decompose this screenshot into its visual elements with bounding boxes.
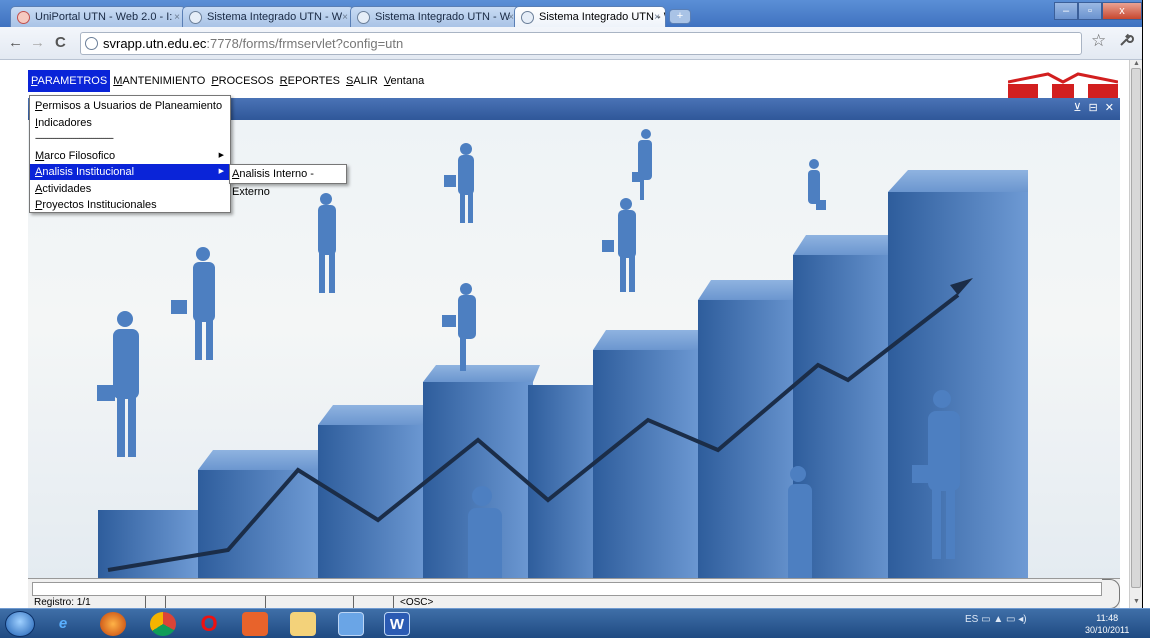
windows-taskbar: e O W ES ▭ ▲ ▭ ◂) 11:48 30/10/2011 <box>0 608 1150 638</box>
firefox-icon[interactable] <box>100 612 126 636</box>
tab-uniportal[interactable]: UniPortal UTN - Web 2.0 - I: × <box>10 6 186 27</box>
chrome-icon[interactable] <box>150 612 176 636</box>
oracle-forms-applet: PARAMETROS MANTENIMIENTO PROCESOS REPORT… <box>0 60 1129 609</box>
vlc-icon[interactable] <box>242 612 268 636</box>
tab-title: Sistema Integrado UTN - W <box>375 11 511 23</box>
menu-item-permisos[interactable]: Permisos a Usuarios de Planeamiento <box>30 98 230 114</box>
menu-item-proyectos[interactable]: Proyectos Institucionales <box>30 197 230 213</box>
menu-item-indicadores[interactable]: Indicadores <box>30 115 230 131</box>
clock-date: 30/10/2011 <box>1085 625 1130 635</box>
tab-title: Sistema Integrado UTN - W <box>207 11 343 23</box>
scroll-thumb[interactable] <box>1131 68 1141 588</box>
menu-separator: --------------------------------------- <box>35 133 114 143</box>
word-icon[interactable]: W <box>384 612 410 636</box>
taskbar-clock[interactable]: 11:48 30/10/2011 <box>1085 612 1129 636</box>
photo-viewer-icon[interactable] <box>338 612 364 636</box>
app-menubar: PARAMETROS MANTENIMIENTO PROCESOS REPORT… <box>0 70 427 92</box>
tab-close-icon[interactable]: × <box>654 7 660 27</box>
globe-favicon-icon <box>189 11 202 24</box>
window-border <box>1142 0 1150 608</box>
uniportal-favicon-icon <box>17 11 30 24</box>
system-tray[interactable]: ES ▭ ▲ ▭ ◂) <box>965 614 1027 625</box>
tab-sistema-2[interactable]: Sistema Integrado UTN - W × <box>350 6 520 27</box>
forms-statusbar: Registro: 1/1 <OSC> <box>28 578 1120 609</box>
new-tab-button[interactable]: + <box>669 9 691 24</box>
tab-sistema-active[interactable]: Sistema Integrado UTN - W × <box>514 6 666 27</box>
forward-arrow-icon[interactable]: → <box>30 34 45 51</box>
window-controls-icons[interactable]: ⊻ ⊟ ✕ <box>1073 101 1116 114</box>
browser-toolbar: ← → C svrapp.utn.edu.ec:7778/forms/frmse… <box>0 27 1150 60</box>
scroll-down-arrow-icon[interactable]: ▼ <box>1133 598 1140 605</box>
parametros-dropdown: Permisos a Usuarios de Planeamiento Indi… <box>29 95 231 213</box>
bar-staircase <box>98 170 1028 578</box>
start-button-icon[interactable] <box>5 611 35 637</box>
url-path: :7778/forms/frmservlet?config=utn <box>206 36 404 51</box>
menu-procesos[interactable]: PROCESOS <box>208 70 276 92</box>
close-window-button[interactable]: x <box>1102 2 1142 20</box>
opera-icon[interactable]: O <box>196 612 222 636</box>
menu-item-marco-filosofico[interactable]: Marco Filosofico ▶ <box>30 148 230 164</box>
address-bar[interactable]: svrapp.utn.edu.ec:7778/forms/frmservlet?… <box>80 32 1082 55</box>
page-scrollbar[interactable]: ▲ ▼ <box>1129 60 1142 608</box>
globe-favicon-icon <box>357 11 370 24</box>
globe-icon <box>85 37 98 50</box>
minimize-button[interactable]: – <box>1054 2 1078 20</box>
window-controls: – ▫ x <box>1054 2 1142 20</box>
analisis-submenu-item[interactable]: Analisis Interno - Externo <box>229 164 347 198</box>
statusbar-end-cap <box>1102 579 1120 609</box>
tab-close-icon[interactable]: × <box>174 7 180 27</box>
tab-title: Sistema Integrado UTN - W <box>539 11 666 23</box>
menu-salir[interactable]: SALIR <box>343 70 381 92</box>
maximize-button[interactable]: ▫ <box>1078 2 1102 20</box>
browser-titlebar: UniPortal UTN - Web 2.0 - I: × Sistema I… <box>0 0 1150 27</box>
menu-reportes[interactable]: REPORTES <box>277 70 343 92</box>
menu-item-actividades[interactable]: Actividades <box>30 181 230 197</box>
submenu-arrow-icon: ▶ <box>218 168 224 175</box>
reload-icon[interactable]: C <box>55 34 66 51</box>
tab-sistema-1[interactable]: Sistema Integrado UTN - W × <box>182 6 354 27</box>
tab-close-icon[interactable]: × <box>342 7 348 27</box>
url-host: svrapp.utn.edu.ec <box>103 36 207 51</box>
clock-time: 11:48 <box>1096 613 1119 623</box>
back-arrow-icon[interactable]: ← <box>8 34 23 51</box>
utn-logo <box>1008 72 1118 98</box>
menu-mantenimiento[interactable]: MANTENIMIENTO <box>110 70 208 92</box>
menu-item-analisis-institucional[interactable]: Analisis Institucional ▶ <box>30 164 230 180</box>
scroll-up-arrow-icon[interactable]: ▲ <box>1133 60 1140 67</box>
menu-ventana[interactable]: Ventana <box>381 70 427 92</box>
globe-favicon-icon <box>521 11 534 24</box>
wrench-icon[interactable] <box>1118 32 1134 52</box>
bookmark-star-icon[interactable]: ☆ <box>1091 31 1106 51</box>
folder-icon[interactable] <box>290 612 316 636</box>
message-line <box>32 582 1102 596</box>
menu-parametros[interactable]: PARAMETROS <box>28 70 111 92</box>
ie-icon[interactable]: e <box>50 612 76 636</box>
submenu-arrow-icon: ▶ <box>218 152 224 159</box>
tab-title: UniPortal UTN - Web 2.0 - I: <box>35 11 173 23</box>
